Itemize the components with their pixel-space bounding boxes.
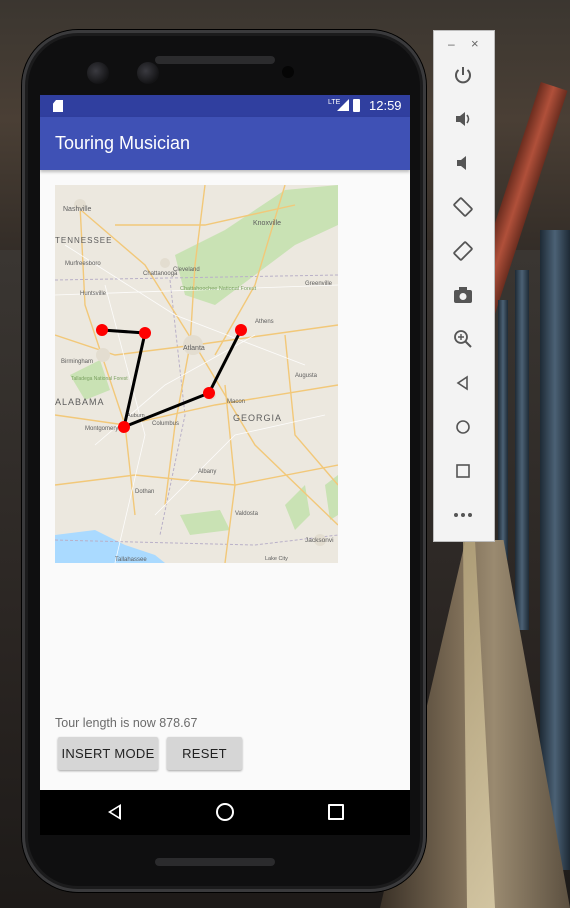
map-label: Huntsville xyxy=(80,291,107,297)
front-camera-icon xyxy=(87,62,109,84)
volume-up-icon[interactable] xyxy=(451,107,475,131)
app-title: Touring Musician xyxy=(55,133,191,153)
rotate-left-icon[interactable] xyxy=(451,195,475,219)
nav-back-icon[interactable] xyxy=(108,804,121,820)
status-bar: LTE 12:59 xyxy=(40,95,410,117)
earpiece-speaker xyxy=(155,56,275,64)
map-label: Lake City xyxy=(265,556,288,562)
map-label: Auburn xyxy=(127,413,145,419)
emulator-toolbar: – × xyxy=(433,30,495,542)
map-label: Columbus xyxy=(152,421,179,427)
navigation-bar xyxy=(40,790,410,835)
map-label: Tallahassee xyxy=(115,557,147,563)
nav-recents-icon[interactable] xyxy=(328,804,344,820)
map-label: Dothan xyxy=(135,489,154,495)
tour-length-text: Tour length is now 878.67 xyxy=(55,716,198,730)
tour-stop-marker xyxy=(203,387,215,399)
signal-icon xyxy=(337,99,349,111)
power-icon[interactable] xyxy=(451,63,475,87)
tour-stop-marker xyxy=(235,324,247,336)
map-label: Albany xyxy=(198,469,216,475)
back-icon[interactable] xyxy=(451,371,475,395)
map-label: Augusta xyxy=(295,373,318,379)
map-label: Valdosta xyxy=(235,511,259,517)
more-icon[interactable] xyxy=(451,503,475,527)
front-camera-icon xyxy=(137,62,159,84)
zoom-icon[interactable] xyxy=(451,327,475,351)
map-label: Murfreesboro xyxy=(65,261,101,267)
volume-down-icon[interactable] xyxy=(451,151,475,175)
reset-button[interactable]: RESET xyxy=(167,737,242,770)
tour-stop-marker xyxy=(96,324,108,336)
map-label: Cleveland xyxy=(173,267,200,273)
map-label: GEORGIA xyxy=(233,413,282,423)
map-label: Athens xyxy=(255,319,274,325)
map-label: Greenville xyxy=(305,281,333,287)
proximity-sensor xyxy=(282,66,294,78)
app-bar: Touring Musician xyxy=(40,117,410,170)
map-graphic: Nashville TENNESSEE Murfreesboro Knoxvil… xyxy=(55,185,338,563)
map-label: Atlanta xyxy=(183,345,205,352)
overview-icon[interactable] xyxy=(451,459,475,483)
insert-mode-button[interactable]: INSERT MODE xyxy=(58,737,158,770)
background-pillar xyxy=(515,270,529,630)
camera-icon[interactable] xyxy=(451,283,475,307)
map-label: Jacksonvi xyxy=(305,537,334,544)
minimize-button[interactable]: – xyxy=(448,37,455,51)
map-label: Montgomery xyxy=(85,426,118,432)
close-button[interactable]: × xyxy=(471,36,479,51)
map-label: Chattahoochee National Forest xyxy=(180,286,257,292)
map-label: Birmingham xyxy=(61,359,93,365)
map-label: Talladega National Forest xyxy=(71,376,128,382)
status-time: 12:59 xyxy=(369,98,402,113)
background-pillar xyxy=(498,300,508,560)
rotate-right-icon[interactable] xyxy=(451,239,475,263)
bottom-speaker xyxy=(155,858,275,866)
tour-stop-marker xyxy=(118,421,130,433)
sd-card-icon xyxy=(53,100,63,112)
device-screen: LTE 12:59 Touring Musician Nashville TEN… xyxy=(40,95,410,835)
tour-stop-marker xyxy=(139,327,151,339)
map-label: Knoxville xyxy=(253,220,281,227)
map-label: Nashville xyxy=(63,206,92,213)
home-icon[interactable] xyxy=(451,415,475,439)
battery-icon xyxy=(353,99,360,112)
map-label: Macon xyxy=(227,399,245,405)
map-view[interactable]: Nashville TENNESSEE Murfreesboro Knoxvil… xyxy=(55,185,338,563)
map-label: ALABAMA xyxy=(55,397,105,407)
map-label: TENNESSEE xyxy=(55,236,112,245)
nav-home-icon[interactable] xyxy=(216,803,234,821)
